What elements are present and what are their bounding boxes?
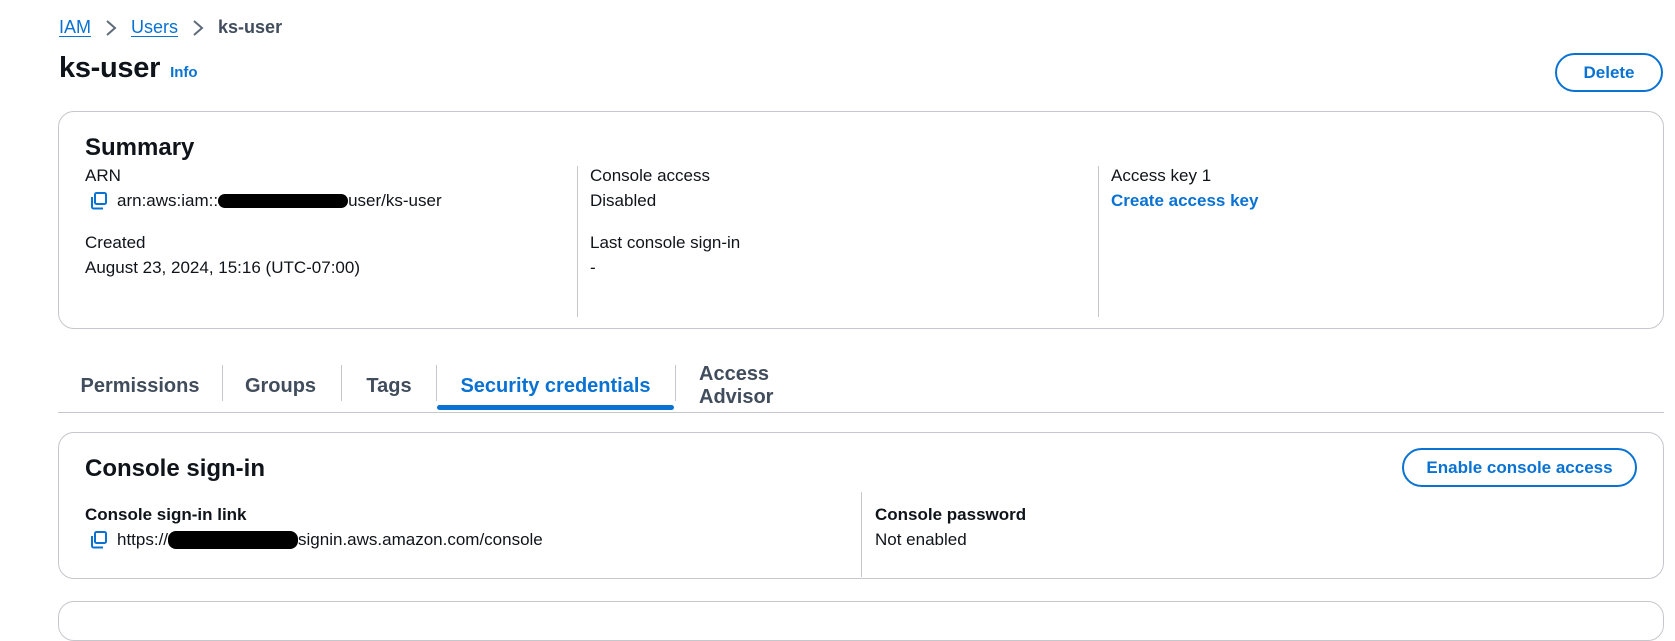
- created-field: Created August 23, 2024, 15:16 (UTC-07:0…: [85, 233, 585, 278]
- chevron-right-icon: [91, 19, 131, 37]
- breadcrumb: IAM Users ks-user: [59, 17, 282, 38]
- arn-label: ARN: [85, 166, 121, 185]
- redaction-mark: [168, 531, 299, 549]
- tab-permissions[interactable]: Permissions: [81, 360, 200, 412]
- tab-divider: [222, 365, 223, 401]
- summary-column-1: ARN arn:aws:iam:: user/ks-user Created A…: [85, 166, 585, 317]
- console-password-label: Console password: [875, 505, 1027, 524]
- chevron-right-icon: [178, 19, 218, 37]
- active-tab-indicator: [437, 405, 674, 410]
- tab-divider: [341, 365, 342, 401]
- signin-link-column: Console sign-in link https:// signin.aws…: [85, 505, 835, 577]
- console-access-value: Disabled: [590, 191, 657, 210]
- console-signin-title: Console sign-in: [85, 455, 265, 482]
- console-access-field: Console access Disabled: [590, 166, 1080, 211]
- tab-divider: [675, 365, 676, 401]
- arn-suffix: user/ks-user: [348, 191, 442, 210]
- signin-link-suffix: signin.aws.amazon.com/console: [298, 530, 543, 549]
- access-key-field: Access key 1 Create access key: [1111, 166, 1651, 211]
- console-password-column: Console password Not enabled: [861, 492, 1475, 577]
- delete-button[interactable]: Delete: [1555, 53, 1663, 92]
- arn-value: arn:aws:iam:: user/ks-user: [85, 191, 585, 211]
- copy-icon[interactable]: [89, 530, 109, 550]
- signin-link-label: Console sign-in link: [85, 505, 247, 524]
- arn-prefix: arn:aws:iam::: [117, 191, 219, 210]
- breadcrumb-current: ks-user: [218, 17, 283, 37]
- copy-icon[interactable]: [89, 191, 109, 211]
- last-signin-field: Last console sign-in -: [590, 233, 1080, 278]
- create-access-key-link[interactable]: Create access key: [1111, 191, 1651, 211]
- summary-column-2: Console access Disabled Last console sig…: [577, 166, 1080, 317]
- last-signin-label: Last console sign-in: [590, 233, 741, 252]
- console-access-label: Console access: [590, 166, 711, 185]
- enable-console-access-button[interactable]: Enable console access: [1402, 448, 1637, 487]
- arn-field: ARN arn:aws:iam:: user/ks-user: [85, 166, 585, 211]
- tab-access-advisor[interactable]: Access Advisor: [699, 360, 845, 412]
- signin-link-value: https:// signin.aws.amazon.com/console: [85, 530, 835, 550]
- summary-column-3: Access key 1 Create access key: [1098, 166, 1651, 317]
- redaction-mark: [218, 194, 349, 208]
- breadcrumb-link-users[interactable]: Users: [131, 17, 178, 38]
- page-title: ks-user: [59, 52, 161, 84]
- console-password-value: Not enabled: [875, 530, 967, 549]
- access-key-label: Access key 1: [1111, 166, 1212, 185]
- last-signin-value: -: [590, 258, 596, 277]
- created-label: Created: [85, 233, 146, 252]
- tab-groups[interactable]: Groups: [245, 360, 316, 412]
- info-link[interactable]: Info: [170, 64, 198, 81]
- created-value: August 23, 2024, 15:16 (UTC-07:00): [85, 258, 360, 277]
- next-card: [58, 601, 1664, 641]
- summary-card: Summary ARN arn:aws:iam:: user/ks-user C…: [58, 111, 1664, 329]
- tab-bar: Permissions Groups Tags Security credent…: [58, 360, 1664, 413]
- summary-title: Summary: [85, 134, 195, 161]
- signin-link-prefix: https://: [117, 530, 169, 549]
- tab-tags[interactable]: Tags: [364, 360, 414, 412]
- page-header: ks-user Info: [59, 52, 198, 85]
- breadcrumb-link-iam[interactable]: IAM: [59, 17, 91, 38]
